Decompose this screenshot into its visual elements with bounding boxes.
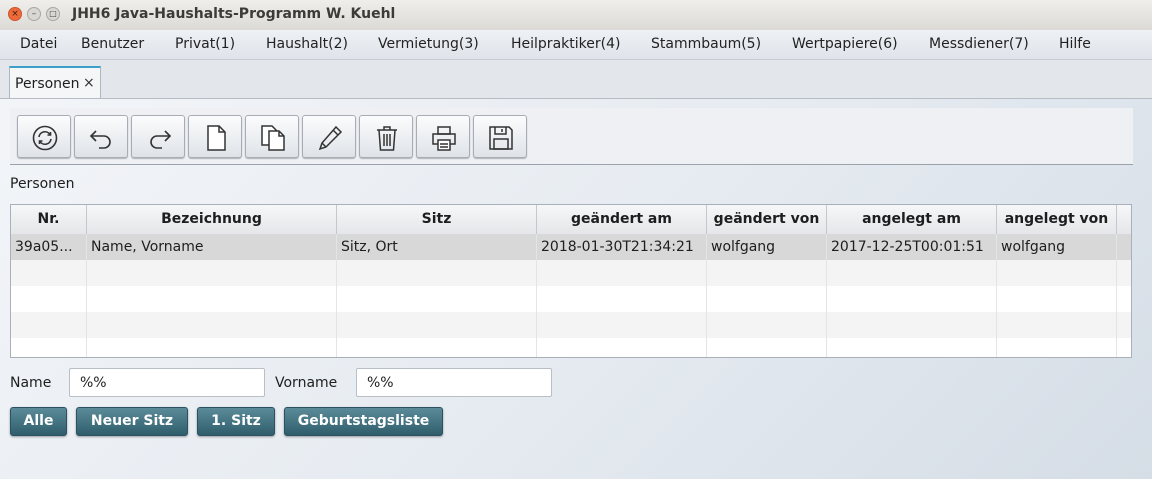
save-icon (489, 126, 513, 150)
undo-button[interactable] (74, 115, 128, 158)
empty-table-row (11, 260, 1131, 286)
column-header-angelegt-am[interactable]: angelegt am (827, 205, 997, 234)
window-title: JHH6 Java-Haushalts-Programm W. Kuehl (72, 6, 396, 22)
column-header-sitz[interactable]: Sitz (337, 205, 537, 234)
empty-table-row (11, 286, 1131, 312)
menu-wertpapiere[interactable]: Wertpapiere(6) (792, 36, 898, 52)
redo-icon (150, 130, 172, 149)
tab-close-icon[interactable]: × (83, 75, 95, 91)
redo-button[interactable] (131, 115, 185, 158)
column-header-geaendert-von[interactable]: geändert von (707, 205, 827, 234)
toolbar (10, 108, 1133, 165)
vorname-input[interactable] (356, 368, 552, 397)
menu-privat[interactable]: Privat(1) (175, 36, 235, 52)
personen-table[interactable]: Nr. Bezeichnung Sitz geändert am geänder… (10, 204, 1132, 358)
menu-vermietung[interactable]: Vermietung(3) (378, 36, 479, 52)
window-minimize-button[interactable]: – (27, 7, 41, 21)
empty-table-row (11, 338, 1131, 357)
print-button[interactable] (416, 115, 470, 158)
refresh-button[interactable] (17, 115, 71, 158)
table-row[interactable]: 39a05... Name, Vorname Sitz, Ort 2018-01… (11, 234, 1131, 260)
menu-messdiener[interactable]: Messdiener(7) (929, 36, 1029, 52)
column-header-angelegt-von[interactable]: angelegt von (997, 205, 1117, 234)
menu-datei[interactable]: Datei (20, 36, 57, 52)
cell-bezeichnung: Name, Vorname (87, 234, 337, 260)
erster-sitz-button[interactable]: 1. Sitz (197, 407, 275, 436)
cell-nr: 39a05... (11, 234, 87, 260)
menu-benutzer[interactable]: Benutzer (81, 36, 144, 52)
menu-bar: Datei Benutzer Privat(1) Haushalt(2) Ver… (0, 30, 1152, 60)
refresh-icon (32, 125, 58, 151)
vorname-label: Vorname (275, 375, 338, 391)
copy-document-button[interactable] (245, 115, 299, 158)
geburtstagsliste-button[interactable]: Geburtstagsliste (284, 407, 443, 436)
menu-heilpraktiker[interactable]: Heilpraktiker(4) (511, 36, 620, 52)
save-button[interactable] (473, 115, 527, 158)
empty-table-row (11, 312, 1131, 338)
tab-label: Personen (15, 76, 80, 92)
edit-button[interactable] (302, 115, 356, 158)
edit-pencil-icon (318, 125, 343, 151)
delete-trash-icon (377, 126, 397, 151)
column-header-geaendert-am[interactable]: geändert am (537, 205, 707, 234)
alle-button[interactable]: Alle (10, 407, 67, 436)
print-icon (432, 126, 456, 151)
neuer-sitz-button[interactable]: Neuer Sitz (76, 407, 188, 436)
menu-hilfe[interactable]: Hilfe (1059, 36, 1091, 52)
name-label: Name (10, 375, 52, 391)
column-header-bezeichnung[interactable]: Bezeichnung (87, 205, 337, 234)
window-titlebar: × – □ JHH6 Java-Haushalts-Programm W. Ku… (0, 0, 1152, 31)
menu-haushalt[interactable]: Haushalt(2) (266, 36, 348, 52)
table-header: Nr. Bezeichnung Sitz geändert am geänder… (11, 205, 1131, 235)
section-label: Personen (10, 176, 75, 192)
column-header-nr[interactable]: Nr. (11, 205, 87, 234)
tab-bar: Personen × (0, 60, 1152, 99)
cell-geaendert-von: wolfgang (707, 234, 827, 260)
new-document-icon (207, 125, 226, 151)
tab-personen[interactable]: Personen × (9, 66, 101, 98)
menu-stammbaum[interactable]: Stammbaum(5) (651, 36, 761, 52)
cell-angelegt-am: 2017-12-25T00:01:51 (827, 234, 997, 260)
delete-button[interactable] (359, 115, 413, 158)
cell-sitz: Sitz, Ort (337, 234, 537, 260)
new-document-button[interactable] (188, 115, 242, 158)
window-close-button[interactable]: × (8, 7, 22, 21)
undo-icon (89, 130, 111, 149)
name-input[interactable] (69, 368, 265, 397)
window-maximize-button[interactable]: □ (46, 7, 60, 21)
copy-document-icon (261, 125, 285, 151)
cell-geaendert-am: 2018-01-30T21:34:21 (537, 234, 707, 260)
cell-angelegt-von: wolfgang (997, 234, 1117, 260)
